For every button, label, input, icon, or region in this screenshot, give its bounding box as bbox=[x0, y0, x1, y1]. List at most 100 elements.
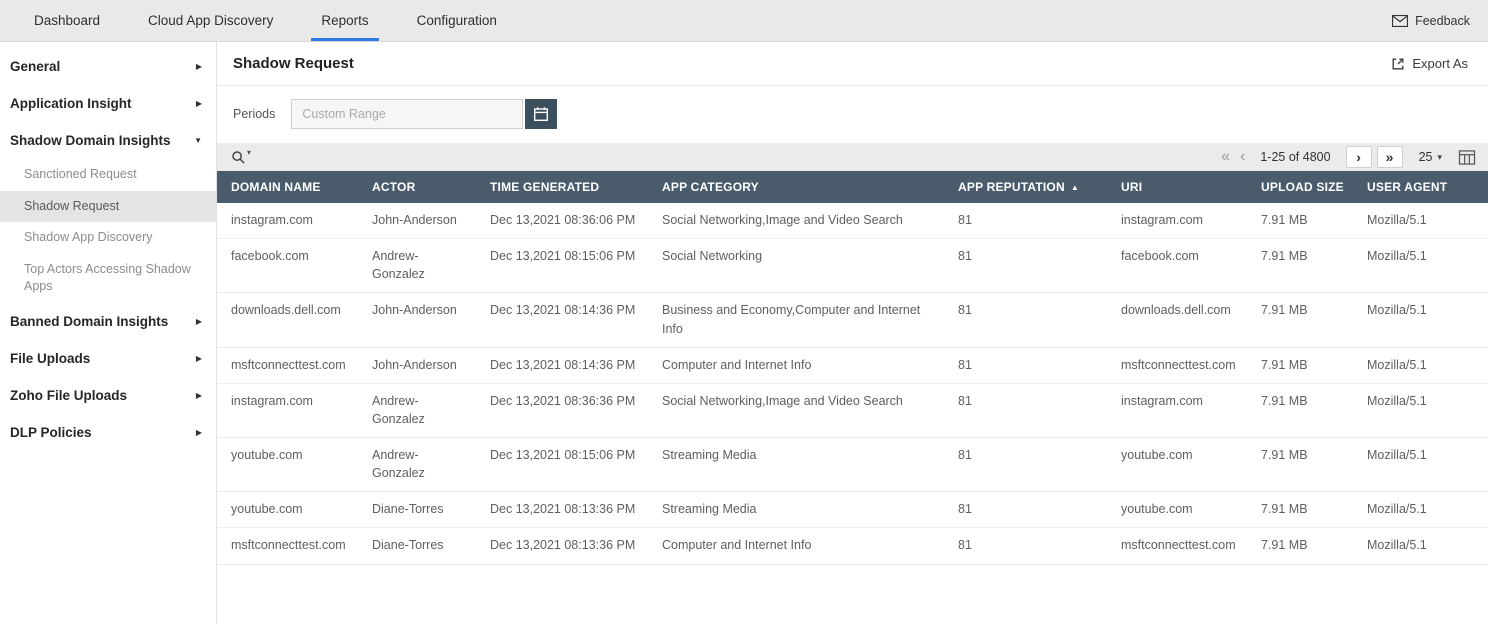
first-page-button[interactable]: « bbox=[1216, 149, 1235, 165]
sidebar-subitem-shadow-app-discovery[interactable]: Shadow App Discovery bbox=[0, 222, 216, 254]
prev-page-button[interactable]: ‹ bbox=[1235, 149, 1250, 165]
table-cell: Dec 13,2021 08:14:36 PM bbox=[478, 347, 650, 383]
page-size-value: 25 bbox=[1419, 150, 1433, 164]
column-label: ACTOR bbox=[372, 180, 415, 194]
table-cell: Mozilla/5.1 bbox=[1355, 239, 1488, 293]
table-cell: Mozilla/5.1 bbox=[1355, 383, 1488, 437]
table-cell: youtube.com bbox=[217, 438, 360, 492]
chevron-right-icon: ▶ bbox=[196, 62, 202, 71]
column-header-actor[interactable]: ACTOR bbox=[360, 171, 478, 203]
table-cell: 7.91 MB bbox=[1249, 239, 1355, 293]
calendar-icon bbox=[533, 106, 549, 122]
table-cell: msftconnecttest.com bbox=[217, 528, 360, 564]
export-as-button[interactable]: Export As bbox=[1391, 56, 1468, 71]
column-header-user-agent[interactable]: USER AGENT bbox=[1355, 171, 1488, 203]
table-cell: Mozilla/5.1 bbox=[1355, 203, 1488, 239]
table-row[interactable]: msftconnecttest.comDiane-TorresDec 13,20… bbox=[217, 528, 1488, 564]
column-header-domain-name[interactable]: DOMAIN NAME bbox=[217, 171, 360, 203]
table-cell: Mozilla/5.1 bbox=[1355, 492, 1488, 528]
sidebar-subitem-shadow-request[interactable]: Shadow Request bbox=[0, 191, 216, 223]
export-as-label: Export As bbox=[1412, 56, 1468, 71]
table-cell: facebook.com bbox=[1109, 239, 1249, 293]
sort-asc-icon: ▲ bbox=[1071, 183, 1079, 192]
table-cell: Andrew-Gonzalez bbox=[360, 438, 478, 492]
sidebar-subitem-sanctioned-request[interactable]: Sanctioned Request bbox=[0, 159, 216, 191]
chevron-right-icon: ▶ bbox=[196, 428, 202, 437]
table-cell: downloads.dell.com bbox=[1109, 293, 1249, 347]
table-cell: Diane-Torres bbox=[360, 528, 478, 564]
tab-dashboard[interactable]: Dashboard bbox=[10, 0, 124, 41]
sidebar-item-application-insight[interactable]: Application Insight▶ bbox=[0, 85, 216, 122]
column-header-app-reputation[interactable]: APP REPUTATION▲ bbox=[946, 171, 1109, 203]
table-cell: 81 bbox=[946, 492, 1109, 528]
table-cell: 7.91 MB bbox=[1249, 293, 1355, 347]
table-cell: Social Networking bbox=[650, 239, 946, 293]
table-row[interactable]: instagram.comAndrew-GonzalezDec 13,2021 … bbox=[217, 383, 1488, 437]
column-chooser-button[interactable] bbox=[1458, 150, 1476, 165]
table-row[interactable]: youtube.comDiane-TorresDec 13,2021 08:13… bbox=[217, 492, 1488, 528]
table-cell: 7.91 MB bbox=[1249, 438, 1355, 492]
period-range-input[interactable] bbox=[291, 99, 523, 129]
table-cell: Dec 13,2021 08:36:06 PM bbox=[478, 203, 650, 239]
table-cell: Dec 13,2021 08:13:36 PM bbox=[478, 528, 650, 564]
column-header-app-category[interactable]: APP CATEGORY bbox=[650, 171, 946, 203]
table-row[interactable]: downloads.dell.comJohn-AndersonDec 13,20… bbox=[217, 293, 1488, 347]
table-row[interactable]: youtube.comAndrew-GonzalezDec 13,2021 08… bbox=[217, 438, 1488, 492]
column-label: USER AGENT bbox=[1367, 180, 1447, 194]
next-page-button[interactable]: › bbox=[1346, 146, 1372, 168]
table-cell: 7.91 MB bbox=[1249, 347, 1355, 383]
table-row[interactable]: facebook.comAndrew-GonzalezDec 13,2021 0… bbox=[217, 239, 1488, 293]
search-icon bbox=[231, 150, 246, 165]
chevron-right-icon: ▶ bbox=[196, 391, 202, 400]
table-cell: 81 bbox=[946, 383, 1109, 437]
search-button[interactable]: ▾ bbox=[231, 150, 251, 165]
feedback-button[interactable]: Feedback bbox=[1374, 0, 1488, 41]
column-label: TIME GENERATED bbox=[490, 180, 599, 194]
tab-cloud-app-discovery[interactable]: Cloud App Discovery bbox=[124, 0, 297, 41]
table-header-row: DOMAIN NAME ACTOR TIME GENERATED APP CATEGO… bbox=[217, 171, 1488, 203]
tab-reports[interactable]: Reports bbox=[297, 0, 392, 41]
sidebar-item-label: DLP Policies bbox=[10, 425, 92, 440]
table-cell: Dec 13,2021 08:36:36 PM bbox=[478, 383, 650, 437]
pagination-range: 1-25 of 4800 bbox=[1260, 150, 1330, 164]
report-table: DOMAIN NAME ACTOR TIME GENERATED APP CATEGO… bbox=[217, 171, 1488, 565]
sidebar-item-label: Banned Domain Insights bbox=[10, 314, 168, 329]
table-cell: Social Networking,Image and Video Search bbox=[650, 203, 946, 239]
sidebar-item-zoho-file-uploads[interactable]: Zoho File Uploads▶ bbox=[0, 377, 216, 414]
caret-down-icon: ▾ bbox=[247, 148, 251, 157]
table-cell: Mozilla/5.1 bbox=[1355, 293, 1488, 347]
column-header-time-generated[interactable]: TIME GENERATED bbox=[478, 171, 650, 203]
page-size-dropdown[interactable]: 25 ▾ bbox=[1419, 150, 1442, 164]
column-header-upload-size[interactable]: UPLOAD SIZE bbox=[1249, 171, 1355, 203]
sidebar-item-banned-domain-insights[interactable]: Banned Domain Insights ▶ bbox=[0, 303, 216, 340]
table-cell: Dec 13,2021 08:14:36 PM bbox=[478, 293, 650, 347]
table-cell: 81 bbox=[946, 347, 1109, 383]
sidebar-item-shadow-domain-insights[interactable]: Shadow Domain Insights▼ bbox=[0, 122, 216, 159]
caret-down-icon: ▾ bbox=[1437, 152, 1442, 163]
table-cell: 81 bbox=[946, 203, 1109, 239]
table-cell: 81 bbox=[946, 293, 1109, 347]
table-row[interactable]: msftconnecttest.comJohn-AndersonDec 13,2… bbox=[217, 347, 1488, 383]
sidebar-item-dlp-policies[interactable]: DLP Policies ▶ bbox=[0, 414, 216, 451]
table-cell: 7.91 MB bbox=[1249, 528, 1355, 564]
title-row: Shadow Request Export As bbox=[217, 42, 1488, 86]
table-container: DOMAIN NAME ACTOR TIME GENERATED APP CATEGO… bbox=[217, 171, 1488, 624]
last-page-button[interactable]: » bbox=[1377, 146, 1403, 168]
table-cell: Diane-Torres bbox=[360, 492, 478, 528]
feedback-label: Feedback bbox=[1415, 14, 1470, 28]
chevron-right-icon: ▶ bbox=[196, 317, 202, 326]
sidebar-subitem-top-actors-accessing-shadow-apps[interactable]: Top Actors Accessing Shadow Apps bbox=[0, 254, 216, 303]
sidebar-item-file-uploads[interactable]: File Uploads▶ bbox=[0, 340, 216, 377]
table-cell: msftconnecttest.com bbox=[1109, 528, 1249, 564]
table-cell: 81 bbox=[946, 438, 1109, 492]
column-header-uri[interactable]: URI bbox=[1109, 171, 1249, 203]
table-row[interactable]: instagram.comJohn-AndersonDec 13,2021 08… bbox=[217, 203, 1488, 239]
sidebar-item-label: File Uploads bbox=[10, 351, 90, 366]
sidebar-item-general[interactable]: General▶ bbox=[0, 48, 216, 85]
pagination: « ‹ 1-25 of 4800 › » 25 ▾ bbox=[1216, 146, 1476, 168]
export-icon bbox=[1391, 57, 1405, 71]
table-cell: Dec 13,2021 08:15:06 PM bbox=[478, 438, 650, 492]
table-cell: youtube.com bbox=[217, 492, 360, 528]
tab-configuration[interactable]: Configuration bbox=[393, 0, 521, 41]
calendar-button[interactable] bbox=[525, 99, 557, 129]
